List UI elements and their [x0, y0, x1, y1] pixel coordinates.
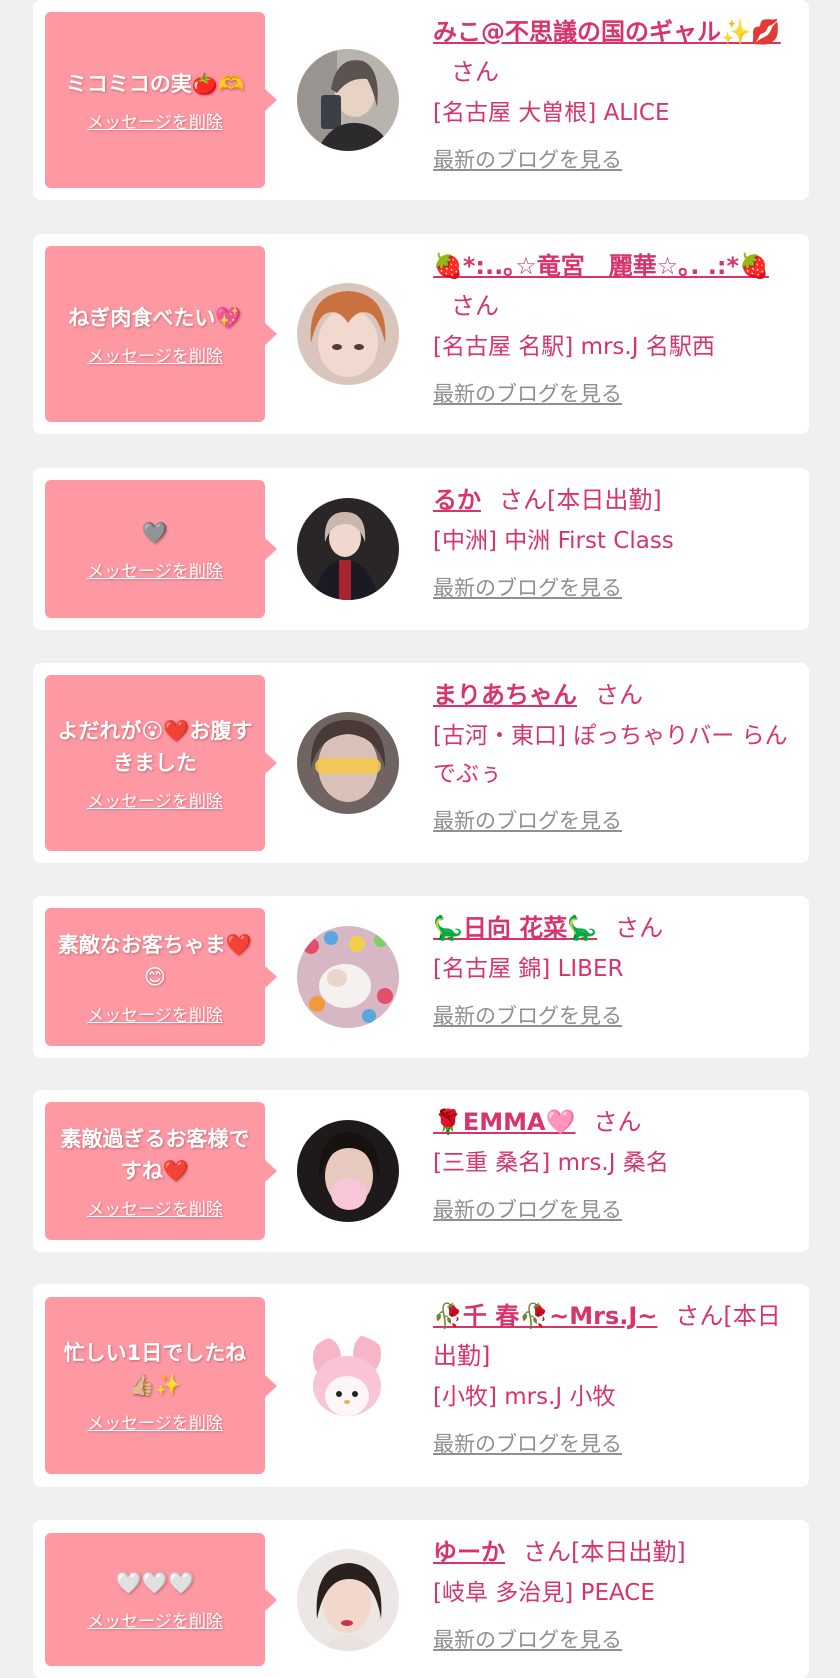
latest-blog-link[interactable]: 最新のブログを見る	[433, 144, 622, 174]
avatar[interactable]	[297, 1549, 399, 1651]
cast-info: 🍓*:..｡☆竜宮 麗華☆｡. .:*🍓 さん [名古屋 名駅] mrs.J 名駅…	[433, 246, 793, 408]
message-card: 素敵なお客ちゃま❤️😊 メッセージを削除 🦕日向 花菜🦕 さん [名古屋 錦] L…	[33, 896, 809, 1058]
message-bubble: 忙しい1日でしたね👍🏼✨ メッセージを削除	[45, 1297, 277, 1474]
latest-blog-link[interactable]: 最新のブログを見る	[433, 1194, 622, 1224]
message-text: 素敵なお客ちゃま❤️😊	[57, 932, 253, 989]
message-card: ミコミコの実🍅🫶 メッセージを削除 みこ@不思議の国のギャル✨💋 さん [名古屋 …	[33, 0, 809, 200]
message-bubble: ミコミコの実🍅🫶 メッセージを削除	[45, 12, 277, 188]
avatar[interactable]	[297, 49, 399, 151]
cast-info: 🥀千 春🥀~Mrs.J~ さん[本日出勤] [小牧] mrs.J 小牧 最新のブロ…	[433, 1296, 793, 1458]
shop-label: [三重 桑名] mrs.J 桑名	[433, 1150, 669, 1176]
honorific-suffix: さん[本日出勤]	[523, 1538, 686, 1566]
honorific-suffix: さん	[595, 681, 643, 709]
avatar[interactable]	[297, 712, 399, 814]
message-card: 忙しい1日でしたね👍🏼✨ メッセージを削除 🥀千 春🥀~Mrs.J~ さん[本日出…	[33, 1284, 809, 1487]
delete-message-link[interactable]: メッセージを削除	[87, 787, 223, 812]
latest-blog-link[interactable]: 最新のブログを見る	[433, 1428, 622, 1458]
cast-info: みこ@不思議の国のギャル✨💋 さん [名古屋 大曽根] ALICE 最新のブログを…	[433, 12, 793, 174]
message-text: よだれが😮❤️お腹すきました	[57, 718, 253, 775]
message-text: 忙しい1日でしたね👍🏼✨	[63, 1341, 247, 1397]
message-text: 🩶	[141, 520, 169, 545]
message-list: ミコミコの実🍅🫶 メッセージを削除 みこ@不思議の国のギャル✨💋 さん [名古屋 …	[0, 0, 840, 1678]
cast-name-link[interactable]: ゆーか	[433, 1538, 505, 1566]
message-bubble: 🤍🤍🤍 メッセージを削除	[45, 1533, 277, 1666]
shop-label: [中洲] 中洲 First Class	[433, 528, 674, 554]
shop-label: [名古屋 大曽根] ALICE	[433, 100, 670, 126]
shop-label: [古河・東口] ぽっちゃりバー らんでぶぅ	[433, 723, 788, 787]
cast-name-link[interactable]: 🦕日向 花菜🦕	[433, 914, 597, 942]
avatar[interactable]	[297, 283, 399, 385]
delete-message-link[interactable]: メッセージを削除	[87, 1001, 223, 1026]
latest-blog-link[interactable]: 最新のブログを見る	[433, 378, 622, 408]
message-bubble: よだれが😮❤️お腹すきました メッセージを削除	[45, 675, 277, 851]
message-bubble: 素敵なお客ちゃま❤️😊 メッセージを削除	[45, 908, 277, 1046]
cast-name-link[interactable]: 🌹EMMA🩷	[433, 1108, 576, 1136]
shop-label: [岐阜 多治見] PEACE	[433, 1580, 655, 1606]
cast-name-link[interactable]: まりあちゃん	[433, 681, 577, 709]
message-bubble: ねぎ肉食べたい💖 メッセージを削除	[45, 246, 277, 422]
cast-info: まりあちゃん さん [古河・東口] ぽっちゃりバー らんでぶぅ 最新のブログを見る	[433, 675, 793, 835]
message-text: 🤍🤍🤍	[115, 1571, 195, 1595]
shop-label: [名古屋 名駅] mrs.J 名駅西	[433, 334, 715, 360]
avatar[interactable]	[297, 1120, 399, 1222]
cast-name-link[interactable]: 🍓*:..｡☆竜宮 麗華☆｡. .:*🍓	[433, 252, 769, 280]
latest-blog-link[interactable]: 最新のブログを見る	[433, 1624, 622, 1654]
cast-name-link[interactable]: るか	[433, 486, 481, 514]
cast-info: 🦕日向 花菜🦕 さん [名古屋 錦] LIBER 最新のブログを見る	[433, 908, 793, 1030]
shop-label: [小牧] mrs.J 小牧	[433, 1384, 616, 1410]
cast-info: 🌹EMMA🩷 さん [三重 桑名] mrs.J 桑名 最新のブログを見る	[433, 1102, 793, 1224]
message-text: ねぎ肉食べたい💖	[68, 305, 242, 330]
message-text: ミコミコの実🍅🫶	[65, 71, 245, 96]
delete-message-link[interactable]: メッセージを削除	[87, 557, 223, 582]
avatar[interactable]	[297, 926, 399, 1028]
cast-name-link[interactable]: 🥀千 春🥀~Mrs.J~	[433, 1302, 657, 1330]
delete-message-link[interactable]: メッセージを削除	[87, 108, 223, 133]
delete-message-link[interactable]: メッセージを削除	[87, 342, 223, 367]
shop-label: [名古屋 錦] LIBER	[433, 956, 624, 982]
latest-blog-link[interactable]: 最新のブログを見る	[433, 572, 622, 602]
avatar[interactable]	[297, 498, 399, 600]
cast-info: ゆーか さん[本日出勤] [岐阜 多治見] PEACE 最新のブログを見る	[433, 1532, 793, 1654]
message-card: 🩶 メッセージを削除 るか さん[本日出勤] [中洲] 中洲 First Clas…	[33, 468, 809, 630]
avatar[interactable]	[297, 1334, 399, 1436]
delete-message-link[interactable]: メッセージを削除	[87, 1607, 223, 1632]
latest-blog-link[interactable]: 最新のブログを見る	[433, 805, 622, 835]
message-card: よだれが😮❤️お腹すきました メッセージを削除 まりあちゃん さん [古河・東口]…	[33, 663, 809, 863]
honorific-suffix: さん	[593, 1108, 642, 1136]
message-card: 素敵過ぎるお客様ですね❤️ メッセージを削除 🌹EMMA🩷 さん [三重 桑名] …	[33, 1090, 809, 1252]
message-card: ねぎ肉食べたい💖 メッセージを削除 🍓*:..｡☆竜宮 麗華☆｡. .:*🍓 さん…	[33, 234, 809, 434]
honorific-suffix: さん[本日出勤]	[499, 486, 662, 514]
cast-name-link[interactable]: みこ@不思議の国のギャル✨💋	[433, 18, 781, 46]
latest-blog-link[interactable]: 最新のブログを見る	[433, 1000, 622, 1030]
honorific-suffix: さん	[451, 58, 499, 86]
honorific-suffix: さん	[615, 914, 664, 942]
message-text: 素敵過ぎるお客様ですね❤️	[60, 1126, 250, 1183]
delete-message-link[interactable]: メッセージを削除	[87, 1195, 223, 1220]
message-bubble: 🩶 メッセージを削除	[45, 480, 277, 618]
message-card: 🤍🤍🤍 メッセージを削除 ゆーか さん[本日出勤] [岐阜 多治見] PEACE …	[33, 1520, 809, 1678]
delete-message-link[interactable]: メッセージを削除	[87, 1409, 223, 1434]
message-bubble: 素敵過ぎるお客様ですね❤️ メッセージを削除	[45, 1102, 277, 1240]
honorific-suffix: さん	[451, 292, 499, 320]
cast-info: るか さん[本日出勤] [中洲] 中洲 First Class 最新のブログを見る	[433, 480, 793, 602]
